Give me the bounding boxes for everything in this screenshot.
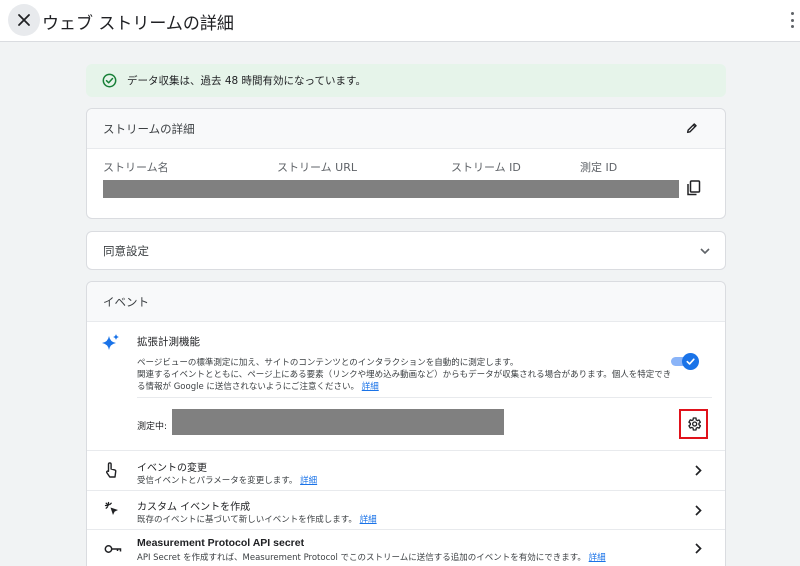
more-options-button[interactable]	[790, 12, 794, 28]
enhanced-desc-line1: ページビューの標準測定に加え、サイトのコンテンツとのインタラクションを自動的に測…	[137, 358, 519, 368]
measurement-protocol-learn-more-link[interactable]: 詳細	[589, 553, 606, 563]
redacted-stream-values	[103, 180, 679, 198]
modify-events-row[interactable]: イベントの変更 受信イベントとパラメータを変更します。 詳細	[87, 450, 725, 490]
consent-settings-heading: 同意設定	[103, 243, 149, 258]
events-card: イベント 拡張計測機能 ページビューの標準測定に加え、サイトのコンテンツとのイン…	[86, 281, 726, 566]
gear-icon	[687, 417, 701, 431]
column-stream-url: ストリーム URL	[277, 161, 357, 174]
column-measurement-id: 測定 ID	[580, 161, 618, 174]
divider	[137, 397, 712, 398]
check-circle-icon	[102, 73, 117, 88]
chevron-right-icon[interactable]	[694, 504, 703, 517]
enhanced-measurement-title: 拡張計測機能	[137, 336, 200, 348]
create-custom-event-description: 既存のイベントに基づいて新しいイベントを作成します。 詳細	[137, 515, 377, 525]
chevron-right-icon[interactable]	[694, 464, 703, 477]
chevron-down-icon[interactable]	[699, 246, 711, 256]
enhanced-measurement-description: ページビューの標準測定に加え、サイトのコンテンツとのインタラクションを自動的に測…	[137, 357, 675, 393]
consent-settings-card[interactable]: 同意設定	[86, 231, 726, 270]
enhanced-desc-line2: 関連するイベントとともに、ページ上にある要素（リンクや埋め込み動画など）からもデ…	[137, 370, 672, 392]
create-custom-event-row[interactable]: カスタム イベントを作成 既存のイベントに基づいて新しいイベントを作成します。 …	[87, 490, 725, 529]
column-stream-id: ストリーム ID	[451, 161, 521, 174]
close-button[interactable]	[8, 4, 40, 36]
enhanced-learn-more-link[interactable]: 詳細	[362, 382, 379, 392]
pencil-icon[interactable]	[685, 121, 699, 135]
modify-events-learn-more-link[interactable]: 詳細	[300, 476, 317, 486]
events-header: イベント	[87, 282, 725, 322]
stream-details-heading: ストリームの詳細	[103, 121, 195, 136]
stream-columns: ストリーム名 ストリーム URL ストリーム ID 測定 ID	[103, 159, 703, 174]
measuring-label: 測定中:	[137, 422, 168, 432]
data-collection-banner: データ収集は、過去 48 時間有効になっています。	[86, 64, 726, 97]
consent-settings-header: 同意設定	[87, 232, 725, 269]
page-header: ウェブ ストリームの詳細	[0, 0, 800, 42]
create-custom-event-title: カスタム イベントを作成	[137, 502, 251, 513]
stream-details-header: ストリームの詳細	[87, 109, 725, 149]
enhanced-measurement-settings-button[interactable]	[679, 409, 708, 439]
close-icon	[18, 14, 30, 26]
toggle-knob	[682, 353, 699, 370]
more-vert-icon	[790, 12, 794, 15]
cursor-click-icon	[104, 501, 118, 515]
page-title: ウェブ ストリームの詳細	[42, 14, 234, 34]
enhanced-measurement-toggle[interactable]	[671, 353, 699, 370]
copy-icon[interactable]	[686, 180, 701, 196]
key-icon	[104, 545, 122, 553]
redacted-measuring-value	[172, 409, 504, 435]
events-heading: イベント	[103, 294, 149, 309]
chevron-right-icon[interactable]	[694, 542, 703, 555]
touch-icon	[106, 462, 117, 478]
modify-events-description: 受信イベントとパラメータを変更します。 詳細	[137, 476, 318, 486]
check-icon	[686, 358, 695, 365]
banner-text: データ収集は、過去 48 時間有効になっています。	[127, 75, 366, 87]
stream-details-card: ストリームの詳細 ストリーム名 ストリーム URL ストリーム ID 測定 ID	[86, 108, 726, 219]
measurement-protocol-description: API Secret を作成すれば、Measurement Protocol で…	[137, 553, 606, 563]
measurement-protocol-row[interactable]: Measurement Protocol API secret API Secr…	[87, 529, 725, 566]
column-stream-name: ストリーム名	[103, 161, 169, 174]
modify-events-title: イベントの変更	[137, 463, 207, 474]
sparkle-icon	[102, 334, 119, 350]
create-custom-event-learn-more-link[interactable]: 詳細	[360, 515, 377, 525]
measurement-protocol-title: Measurement Protocol API secret	[137, 537, 305, 549]
